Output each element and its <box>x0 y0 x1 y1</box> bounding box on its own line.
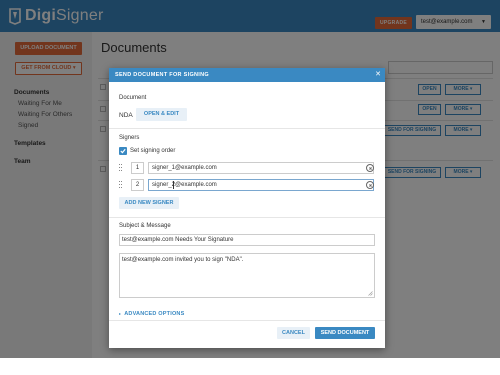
signer-order-field[interactable]: 1 <box>131 162 144 174</box>
signer-email-field[interactable]: signer_1@example.com <box>148 162 374 174</box>
section-divider <box>109 128 385 129</box>
advanced-options-toggle[interactable]: ▸ ADVANCED OPTIONS <box>119 311 184 317</box>
message-textarea[interactable]: test@example.com invited you to sign "ND… <box>119 253 375 298</box>
cancel-button[interactable]: CANCEL <box>277 327 310 339</box>
section-divider <box>109 320 385 321</box>
remove-signer-icon[interactable] <box>366 181 374 189</box>
drag-handle-icon[interactable] <box>119 181 123 189</box>
section-divider <box>109 217 385 218</box>
signing-order-label: Set signing order <box>130 148 176 154</box>
subject-message-label: Subject & Message <box>119 223 171 229</box>
send-document-button[interactable]: SEND DOCUMENT <box>315 327 375 339</box>
open-edit-button[interactable]: OPEN & EDIT <box>136 108 187 121</box>
caret-right-icon: ▸ <box>119 311 122 316</box>
subject-input[interactable]: test@example.com Needs Your Signature <box>119 234 375 246</box>
signing-order-checkbox[interactable] <box>119 147 127 155</box>
send-document-modal: SEND DOCUMENT FOR SIGNING ✕ Document NDA… <box>109 68 385 348</box>
remove-signer-icon[interactable] <box>366 164 374 172</box>
signer-order-field[interactable]: 2 <box>131 179 144 191</box>
text-cursor <box>173 181 174 189</box>
add-new-signer-button[interactable]: ADD NEW SIGNER <box>119 197 179 209</box>
signers-section-label: Signers <box>119 135 140 141</box>
message-text: test@example.com invited you to sign "ND… <box>122 257 244 263</box>
checkmark-icon <box>120 148 126 154</box>
signer-email-field[interactable]: signer_2@example.com <box>148 179 374 191</box>
modal-title: SEND DOCUMENT FOR SIGNING <box>115 72 209 78</box>
document-name: NDA <box>119 112 133 119</box>
drag-handle-icon[interactable] <box>119 164 123 172</box>
close-icon[interactable]: ✕ <box>375 68 381 82</box>
modal-header: SEND DOCUMENT FOR SIGNING ✕ <box>109 68 385 82</box>
resize-grip-icon[interactable] <box>368 291 373 296</box>
document-section-label: Document <box>119 95 147 101</box>
